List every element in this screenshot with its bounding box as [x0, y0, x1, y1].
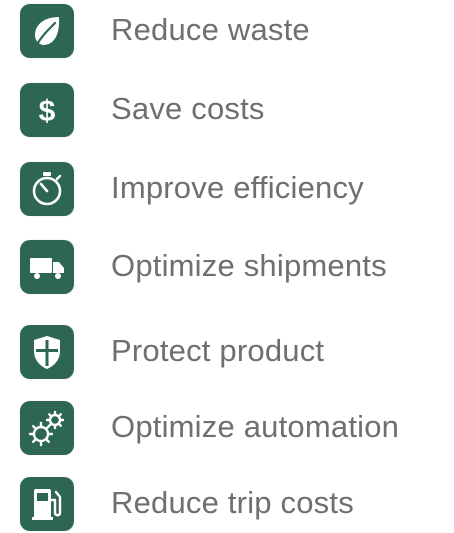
- fuel-pump-icon: [20, 477, 74, 531]
- list-item-label: Optimize automation: [111, 409, 400, 444]
- dollar-icon: $: [20, 83, 74, 137]
- gears-icon: [20, 401, 74, 455]
- list-item-label: Improve efficiency: [111, 170, 364, 205]
- shield-icon: [20, 325, 74, 379]
- list-item-label: Protect product: [111, 333, 325, 368]
- leaf-icon: [20, 4, 74, 58]
- list-item-label: Reduce trip costs: [111, 485, 354, 520]
- benefits-list: Reduce waste $ Save costs Improve effici…: [0, 0, 454, 531]
- stopwatch-icon: [20, 162, 74, 216]
- list-item: Reduce waste: [0, 0, 454, 60]
- list-item-label: Optimize shipments: [111, 248, 387, 283]
- list-item: Reduce trip costs: [0, 473, 454, 533]
- svg-text:$: $: [39, 95, 56, 128]
- list-item: $ Save costs: [0, 79, 454, 139]
- truck-icon: [20, 240, 74, 294]
- list-item: Protect product: [0, 321, 454, 381]
- list-item-label: Reduce waste: [111, 12, 310, 47]
- list-item: Optimize shipments: [0, 236, 454, 296]
- list-item: Improve efficiency: [0, 158, 454, 218]
- list-item-label: Save costs: [111, 91, 265, 126]
- list-item: Optimize automation: [0, 397, 454, 457]
